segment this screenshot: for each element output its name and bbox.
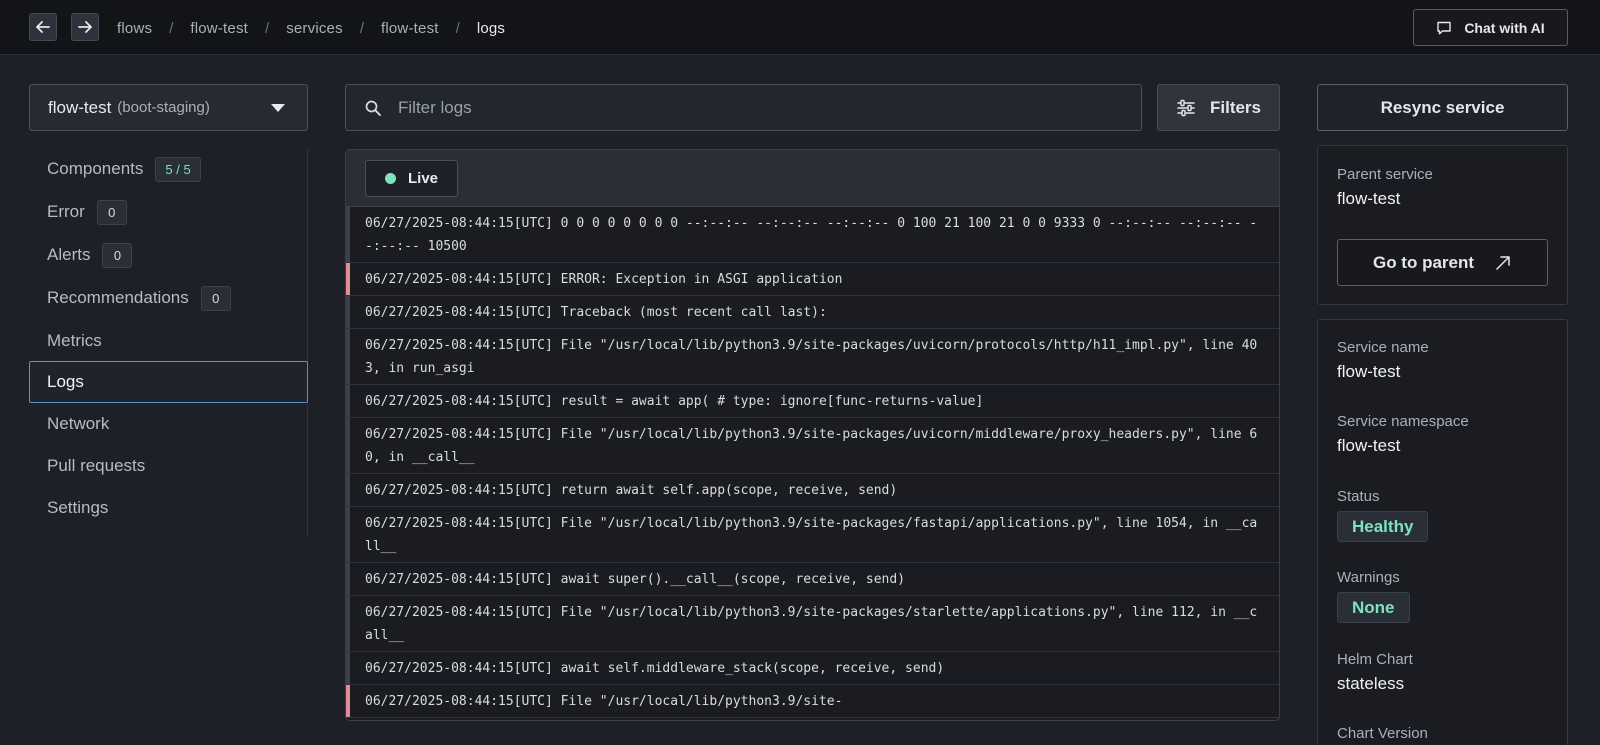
parent-service-card: Parent service flow-test Go to parent	[1317, 145, 1568, 305]
filters-button-label: Filters	[1209, 97, 1262, 117]
breadcrumb-current: logs	[476, 19, 506, 37]
chat-with-ai-button[interactable]: Chat with AI	[1413, 9, 1568, 46]
breadcrumb-separator: /	[169, 19, 174, 37]
sidebar-item-label: Pull requests	[47, 456, 146, 475]
breadcrumb-separator: /	[455, 19, 460, 37]
sidebar-item-pull-requests[interactable]: Pull requests	[29, 445, 308, 487]
sidebar-item-label: Alerts	[47, 245, 91, 264]
service-namespace-label: Service namespace	[1337, 413, 1469, 430]
log-line: 06/27/2025-08:44:15[UTC] await super()._…	[346, 563, 1279, 596]
sliders-icon	[1177, 99, 1195, 116]
breadcrumb-services[interactable]: services	[286, 20, 343, 37]
log-line: 06/27/2025-08:44:15[UTC] Traceback (most…	[346, 296, 1279, 329]
external-arrow-icon	[1496, 255, 1510, 270]
go-to-parent-label: Go to parent	[1372, 252, 1475, 272]
breadcrumb-service[interactable]: flow-test	[381, 20, 439, 37]
sidebar-item-logs[interactable]: Logs	[29, 361, 308, 403]
resync-service-button[interactable]: Resync service	[1317, 84, 1568, 131]
sidebar-item-network[interactable]: Network	[29, 403, 308, 445]
service-selector-environment: (boot-staging)	[117, 99, 210, 116]
log-panel: Live 06/27/2025-08:44:15[UTC] 0 0 0 0 0 …	[345, 149, 1280, 721]
sidebar-item-label: Logs	[47, 372, 84, 391]
sidebar-item-alerts[interactable]: Alerts 0	[29, 234, 308, 276]
chart-version-label: Chart Version	[1337, 725, 1428, 742]
sidebar-item-label: Components	[47, 159, 144, 178]
status-label: Status	[1337, 488, 1380, 505]
parent-service-value: flow-test	[1337, 189, 1401, 208]
arrow-left-icon	[36, 21, 50, 33]
sidebar-item-label: Recommendations	[47, 288, 189, 307]
top-bar: flows / flow-test / services / flow-test…	[0, 0, 1600, 55]
service-name-value: flow-test	[1337, 362, 1401, 381]
chevron-down-icon	[271, 104, 285, 112]
components-count-badge: 5 / 5	[155, 156, 201, 182]
service-namespace-value: flow-test	[1337, 436, 1401, 455]
log-line-error: 06/27/2025-08:44:15[UTC] ERROR: Exceptio…	[346, 263, 1279, 296]
sidebar-item-label: Error	[47, 202, 85, 221]
arrow-right-icon	[78, 21, 92, 33]
log-line: 06/27/2025-08:44:15[UTC] File "/usr/loca…	[346, 507, 1279, 563]
error-count-badge: 0	[96, 199, 127, 225]
log-line: 06/27/2025-08:44:15[UTC] 0 0 0 0 0 0 0 0…	[346, 207, 1279, 263]
sidebar-item-label: Network	[47, 414, 110, 433]
log-line: 06/27/2025-08:44:15[UTC] File "/usr/loca…	[346, 329, 1279, 385]
warnings-label: Warnings	[1337, 569, 1400, 586]
sidebar-item-label: Settings	[47, 498, 109, 517]
helm-chart-label: Helm Chart	[1337, 651, 1413, 668]
breadcrumb: flows / flow-test / services / flow-test…	[117, 18, 505, 38]
log-line: 06/27/2025-08:44:15[UTC] await self.midd…	[346, 652, 1279, 685]
recommendations-count-badge: 0	[200, 285, 231, 311]
live-indicator-dot	[384, 173, 396, 184]
live-toggle-button[interactable]: Live	[365, 160, 458, 197]
sidebar-item-label: Metrics	[47, 331, 102, 350]
breadcrumb-separator: /	[359, 19, 364, 37]
filter-logs-input[interactable]	[398, 97, 1098, 118]
alerts-count-badge: 0	[102, 242, 133, 268]
sidebar-item-recommendations[interactable]: Recommendations 0	[29, 277, 308, 319]
sidebar-item-components[interactable]: Components 5 / 5	[29, 148, 308, 190]
chat-bubble-icon	[1437, 21, 1452, 34]
service-selector-name: flow-test	[48, 97, 112, 117]
parent-service-label: Parent service	[1337, 166, 1433, 183]
breadcrumb-separator: /	[265, 19, 270, 37]
log-list[interactable]: 06/27/2025-08:44:15[UTC] 0 0 0 0 0 0 0 0…	[346, 207, 1279, 718]
breadcrumb-flow[interactable]: flow-test	[190, 20, 248, 37]
service-details-card: Service name flow-test Service namespace…	[1317, 319, 1568, 745]
warnings-badge: None	[1337, 592, 1410, 623]
sidebar-item-metrics[interactable]: Metrics	[29, 320, 308, 362]
sidebar-item-settings[interactable]: Settings	[29, 487, 308, 529]
log-line: 06/27/2025-08:44:15[UTC] File "/usr/loca…	[346, 418, 1279, 474]
live-label: Live	[407, 170, 438, 187]
sidebar-nav: Components 5 / 5 Error 0 Alerts 0 Recomm…	[29, 148, 308, 536]
back-button[interactable]	[29, 13, 57, 41]
go-to-parent-button[interactable]: Go to parent	[1337, 239, 1548, 286]
log-line: 06/27/2025-08:44:15[UTC] result = await …	[346, 385, 1279, 418]
status-badge: Healthy	[1337, 511, 1429, 542]
search-icon	[365, 100, 381, 116]
service-selector[interactable]: flow-test (boot-staging)	[29, 84, 308, 131]
log-filter	[345, 84, 1142, 131]
resync-button-label: Resync service	[1380, 97, 1505, 117]
log-line: 06/27/2025-08:44:15[UTC] return await se…	[346, 474, 1279, 507]
log-panel-header: Live	[346, 150, 1279, 207]
chat-button-label: Chat with AI	[1464, 19, 1545, 36]
sidebar-item-error[interactable]: Error 0	[29, 191, 308, 233]
service-name-label: Service name	[1337, 339, 1429, 356]
log-line-error: 06/27/2025-08:44:15[UTC] File "/usr/loca…	[346, 685, 1279, 718]
filters-button[interactable]: Filters	[1157, 84, 1280, 131]
helm-chart-value: stateless	[1337, 674, 1405, 693]
forward-button[interactable]	[71, 13, 99, 41]
breadcrumb-flows[interactable]: flows	[117, 20, 152, 37]
log-line: 06/27/2025-08:44:15[UTC] File "/usr/loca…	[346, 596, 1279, 652]
